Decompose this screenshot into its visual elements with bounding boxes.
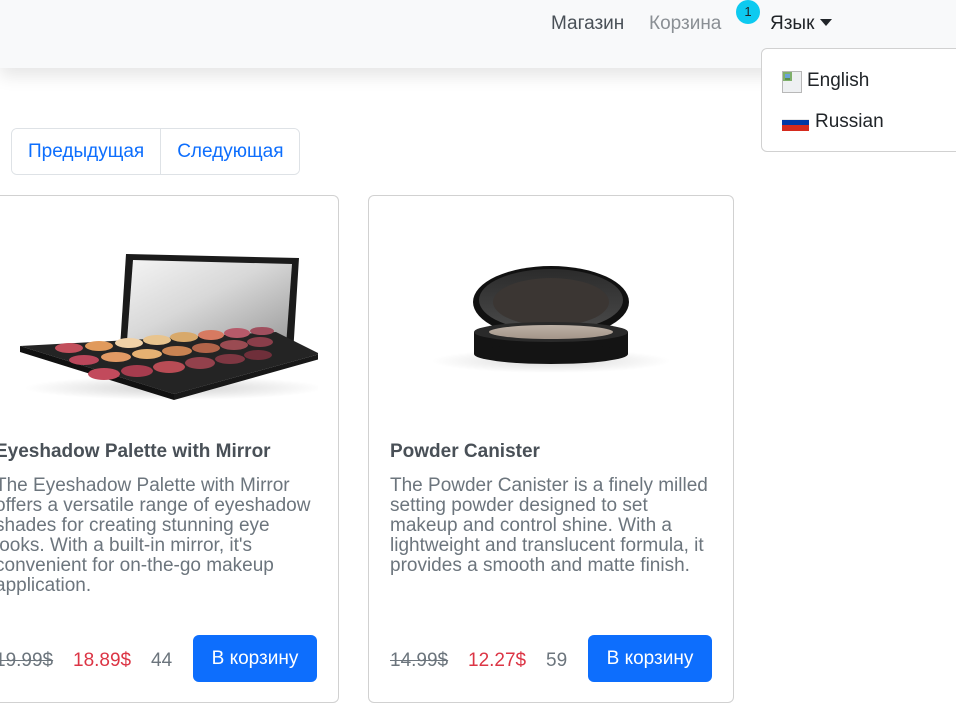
russia-flag-icon [782,114,809,131]
product-image-powder-canister [389,236,713,416]
pagination-previous-button[interactable]: Предыдущая [12,129,161,174]
language-option-russian[interactable]: Russian [762,102,956,142]
product-image-eyeshadow-palette [0,236,324,416]
cart-count-badge: 1 [736,0,760,24]
pagination: Предыдущая Следующая [11,128,301,175]
product-stock-count: 59 [546,650,568,671]
language-option-label: Russian [815,111,884,132]
nav-cart-link[interactable]: Корзина [649,12,721,36]
uk-flag-icon [782,71,802,93]
language-dropdown-menu: English Russian [761,48,956,152]
product-description: The Eyeshadow Palette with Mirror offers… [0,475,311,596]
product-card: Powder Canister The Powder Canister is a… [368,195,734,703]
nav-shop-link[interactable]: Магазин [551,12,624,36]
add-to-cart-button[interactable]: В корзину [193,635,317,682]
add-to-cart-button[interactable]: В корзину [588,635,712,682]
product-stock-count: 44 [151,650,173,671]
pagination-next-button[interactable]: Следующая [160,129,300,174]
product-description: The Powder Canister is a finely milled s… [390,475,708,576]
language-option-label: English [807,70,870,91]
product-sale-price: 12.27$ [468,650,527,671]
product-old-price: 19.99$ [0,650,54,671]
product-sale-price: 18.89$ [73,650,132,671]
language-toggle-label: Язык [770,13,815,34]
language-option-english[interactable]: English [762,61,956,101]
caret-down-icon [820,19,833,26]
product-title: Eyeshadow Palette with Mirror [0,441,271,462]
language-dropdown-toggle[interactable]: Язык [770,12,833,36]
product-card: Eyeshadow Palette with Mirror The Eyesha… [0,195,339,703]
product-old-price: 14.99$ [390,650,449,671]
product-title: Powder Canister [390,441,540,462]
